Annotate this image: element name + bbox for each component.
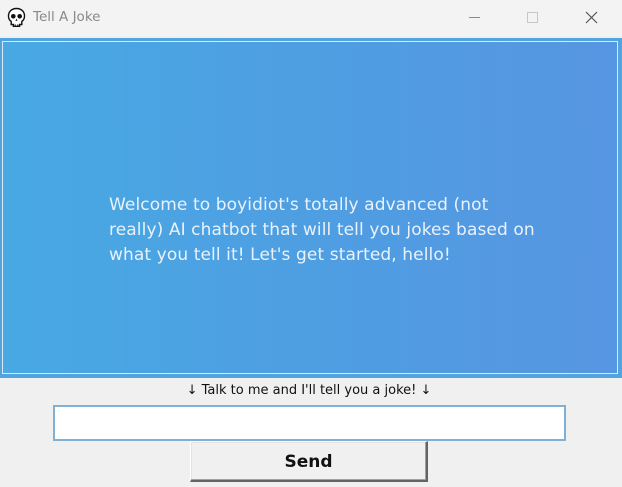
bot-message: Welcome to boyidiot's totally advanced (… [109,195,535,265]
chat-display[interactable]: Welcome to boyidiot's totally advanced (… [2,41,618,374]
maximize-button[interactable] [504,0,562,36]
close-button[interactable] [563,0,621,36]
send-button[interactable]: Send [190,441,428,482]
message-input[interactable] [53,405,566,441]
prompt-label: ↓ Talk to me and I'll tell you a joke! ↓ [186,383,432,398]
app-window: Tell A Joke Welcome to boyidiot's totall… [0,0,622,487]
window-title: Tell A Joke [33,9,101,25]
skull-icon [6,7,27,28]
chat-display-frame: Welcome to boyidiot's totally advanced (… [0,38,622,378]
title-bar[interactable]: Tell A Joke [0,0,622,36]
minimize-button[interactable] [446,0,504,36]
